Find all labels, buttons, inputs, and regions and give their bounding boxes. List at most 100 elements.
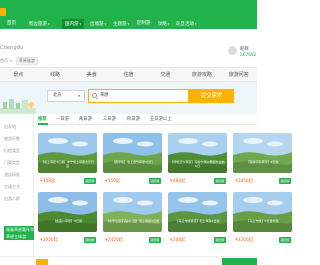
listing-tab[interactable]: 四日游 [127, 116, 140, 122]
category-tab[interactable]: 美食 [73, 68, 110, 83]
nav-item[interactable]: 攻略▾ [155, 19, 172, 29]
tour-caption: 【塞罕坝国家森林公园】坝上草原3日游 [106, 219, 159, 223]
listing-tab[interactable]: 一日游 [56, 116, 69, 122]
tour-price: ¥2950起 [40, 238, 58, 243]
tour-price: ¥1850起 [235, 179, 253, 184]
nav-item[interactable]: 主题游▾ [110, 19, 132, 29]
tour-card[interactable]: 【金莲川草原】3日游 ¥2950起 跟团游 [38, 192, 97, 254]
category-tab[interactable]: 交通 [147, 68, 184, 83]
breadcrumb-current[interactable]: 草原旅游 [15, 57, 38, 65]
category-tab[interactable]: 旅游问答 [220, 68, 257, 83]
tour-type-badge: 跟团游 [214, 237, 226, 243]
nav-item-label: 攻略 [157, 22, 167, 27]
tour-type-badge: 跟团游 [279, 237, 291, 243]
user-id: 267692 [240, 53, 257, 58]
chevron-down-icon: ▼ [77, 94, 80, 98]
side-widget[interactable] [222, 258, 257, 265]
nav-item-label: 双旦活动 [175, 22, 194, 27]
nav-item-label: 国内游 [64, 22, 79, 27]
chevron-down-icon: ▾ [79, 22, 82, 26]
nav-item-label: 出境游 [89, 22, 104, 27]
search-icon [92, 93, 97, 98]
tour-photo[interactable] [168, 192, 227, 232]
logo-icon[interactable] [0, 8, 6, 16]
destination-select[interactable]: 北京 ▼ [47, 90, 85, 102]
user-name[interactable]: 昵称 [240, 46, 249, 52]
avatar[interactable] [228, 46, 237, 55]
search-input[interactable]: 草原 [88, 89, 189, 103]
tour-caption: 【呼伦贝尔草原】海拉尔满洲里额尔古纳6日 [170, 160, 225, 168]
breadcrumb-separator: > [9, 58, 13, 63]
promo-badge[interactable]: 青春草原嘉年华 草原立体游 [4, 226, 34, 240]
submit-request-button[interactable]: 提交需求 [189, 89, 234, 103]
nav-item-label: 周边旅游 [28, 22, 47, 27]
listing-tab[interactable]: 三日游 [103, 116, 116, 122]
top-navbar: 首页 周边旅游▾ 国内游▾ 出境游▾ 主题游▾ 定制游 攻略▾ 双旦活动▾ [0, 0, 257, 29]
tour-card[interactable]: 【乌兰布统草原】坝上草原4日游 ¥268起 跟团游 [168, 192, 227, 254]
tour-type-badge: 跟团游 [149, 178, 161, 184]
breadcrumb: 首页 > 草原旅游 [0, 57, 38, 65]
filter-item[interactable]: 门票类型 [4, 160, 20, 166]
filter-item[interactable]: 酒店标准 [4, 172, 20, 178]
nav-item[interactable]: 出境游▾ [87, 19, 109, 29]
chevron-down-icon: ▾ [194, 22, 197, 26]
tour-type-badge: 跟团游 [84, 237, 96, 243]
city-selector[interactable]: Chengdu [0, 45, 23, 51]
tour-caption: 【乌兰布统草原】坝上草原4日游 [175, 219, 220, 223]
category-tab[interactable]: 线路 [37, 68, 74, 83]
tour-caption: 【锡林郭勒草原】4日游 [246, 160, 279, 164]
tour-card[interactable]: 【乌兰布统】5日自驾游 ¥3200起 跟团游 [233, 192, 292, 254]
tour-photo[interactable] [233, 133, 292, 173]
filter-item[interactable]: 交通方式 [4, 184, 20, 190]
tour-price: ¥2450起 [105, 238, 123, 243]
nav-item[interactable]: 首页 [3, 19, 20, 29]
chevron-down-icon: ▾ [127, 22, 130, 26]
tour-card[interactable]: 【赛罕坝】坝上自驾草原3日行 ¥550起 跟团游 [103, 133, 162, 195]
tour-price: ¥488起 [170, 179, 186, 184]
tour-photo[interactable] [103, 192, 162, 232]
nav-item-label: 主题游 [112, 22, 127, 27]
category-bar: 景点 线路 美食 住宿 交通 旅游攻略 旅游问答 [0, 67, 257, 82]
category-tab[interactable]: 景点 [0, 68, 37, 83]
tour-type-badge: 跟团游 [84, 178, 96, 184]
tour-type-badge: 跟团游 [279, 178, 291, 184]
breadcrumb-home[interactable]: 首页 [0, 58, 8, 63]
nav-item-label: 首页 [6, 21, 17, 26]
tour-photo[interactable] [38, 192, 97, 232]
tour-price: ¥268起 [170, 238, 186, 243]
tour-caption: 【乌兰布统】5日自驾游 [246, 219, 279, 223]
listing-tab[interactable]: 推荐 [38, 116, 47, 122]
tour-caption: 【金莲川草原】3日游 [53, 219, 82, 223]
chevron-down-icon: ▾ [104, 22, 107, 26]
tour-type-badge: 跟团游 [214, 178, 226, 184]
filter-item[interactable]: 旅游天数 [4, 136, 20, 142]
nav-item-label: 定制游 [136, 21, 151, 26]
tour-card[interactable]: 【锡林郭勒草原】4日游 ¥1850起 跟团游 [233, 133, 292, 195]
filter-item[interactable]: 出游人群 [4, 196, 20, 202]
tour-caption: 【赛罕坝】坝上自驾草原3日行 [112, 160, 153, 164]
tour-photo[interactable] [233, 192, 292, 232]
tour-card[interactable]: 【塞罕坝国家森林公园】坝上草原3日游 ¥2450起 跟团游 [103, 192, 162, 254]
active-tab-indicator [38, 123, 48, 125]
tour-card[interactable]: 【呼伦贝尔草原】海拉尔满洲里额尔古纳6日 ¥488起 跟团游 [168, 133, 227, 195]
city-skyline-illustration [0, 99, 36, 114]
nav-item[interactable]: 双旦活动▾ [173, 19, 199, 29]
tour-type-badge: 跟团游 [149, 237, 161, 243]
tour-price: ¥550起 [105, 179, 121, 184]
listing-tab[interactable]: 五日游以上 [150, 116, 171, 122]
chevron-down-icon: ▾ [47, 22, 50, 26]
nav-item[interactable]: 周边旅游▾ [24, 19, 54, 29]
section-tag [36, 259, 48, 265]
tour-price: ¥3200起 [235, 238, 253, 243]
filter-item[interactable]: 出发地 [4, 124, 16, 130]
tour-photo[interactable] [103, 133, 162, 173]
category-tab[interactable]: 住宿 [110, 68, 147, 83]
tour-card[interactable]: 【坝上草原3日游】丰宁坝上草原大汗行宫 ¥308起 跟团游 [38, 133, 97, 195]
listing-tab[interactable]: 两日游 [79, 116, 92, 122]
category-tab[interactable]: 旅游攻略 [184, 68, 221, 83]
nav-item[interactable]: 国内游▾ [62, 19, 84, 29]
tour-caption: 【坝上草原3日游】丰宁坝上草原大汗行宫 [41, 160, 94, 168]
filter-item[interactable]: 行程类型 [4, 148, 20, 154]
nav-item[interactable]: 定制游 [134, 19, 153, 29]
tabs-divider [38, 124, 257, 125]
